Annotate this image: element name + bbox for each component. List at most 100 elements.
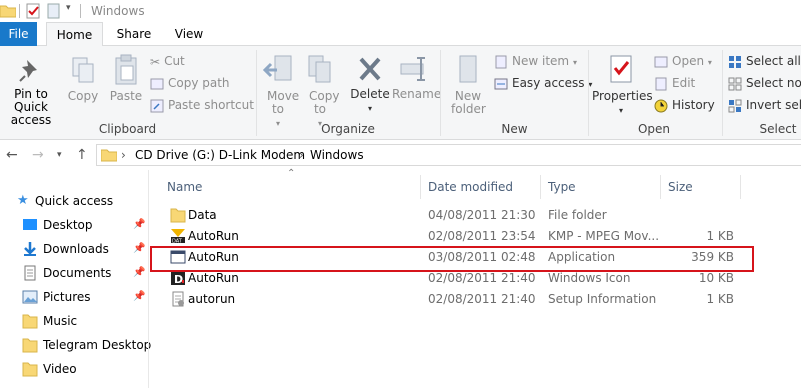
new-folder-quick-icon[interactable] xyxy=(46,3,62,19)
tab-share[interactable]: Share xyxy=(110,22,158,46)
file-type: KMP - MPEG Mov... xyxy=(548,229,660,243)
invert-selection-icon xyxy=(728,99,742,112)
file-type: Setup Information xyxy=(548,292,657,306)
tab-view[interactable]: View xyxy=(168,22,210,46)
up-arrow-icon[interactable]: ↑ xyxy=(76,147,88,163)
folder-icon xyxy=(22,362,38,377)
select-all-button[interactable]: Select all xyxy=(728,52,801,70)
edit-label: Edit xyxy=(672,76,696,90)
move-to-label: Move to xyxy=(267,89,300,116)
invert-selection-label: Invert selection xyxy=(746,98,801,112)
column-header-date[interactable]: Date modified xyxy=(428,176,513,198)
select-none-button[interactable]: Select none xyxy=(728,74,801,92)
breadcrumb-windows[interactable]: Windows xyxy=(310,148,364,162)
delete-x-icon xyxy=(359,57,381,81)
copy-path-label: Copy path xyxy=(168,76,230,90)
organize-group-label: Organize xyxy=(321,122,375,136)
copy-to-label: Copy to xyxy=(309,89,340,116)
edit-button[interactable]: Edit xyxy=(654,74,695,92)
open-icon xyxy=(654,56,668,67)
pin-icon[interactable]: 📌 xyxy=(133,214,145,236)
folder-icon xyxy=(170,208,186,223)
copy-to-button[interactable]: Copy to ▾ xyxy=(304,54,340,130)
paste-button[interactable]: Paste xyxy=(108,54,144,103)
tab-file[interactable]: File xyxy=(0,22,37,46)
pin-to-quick-access-button[interactable]: Pin to Quick access xyxy=(0,56,62,127)
file-date: 02/08/2011 21:40 xyxy=(428,292,536,306)
breadcrumb-separator-icon: › xyxy=(299,148,304,162)
folder-icon xyxy=(0,5,16,18)
navigation-pane: ★ Quick access Desktop 📌 Downloads 📌 Doc… xyxy=(0,170,151,388)
new-item-icon xyxy=(495,55,507,68)
properties-button[interactable]: Properties ▾ xyxy=(592,54,653,117)
recent-locations-chevron-icon[interactable]: ▾ xyxy=(57,150,62,160)
open-group-label: Open xyxy=(637,122,671,136)
copy-button[interactable]: Copy xyxy=(66,56,100,103)
new-item-button[interactable]: New item ▾ xyxy=(494,52,577,70)
svg-text:D: D xyxy=(174,273,183,286)
move-to-button[interactable]: Move to ▾ xyxy=(262,54,300,130)
copy-path-button[interactable]: Copy path xyxy=(150,74,230,92)
paste-shortcut-label: Paste shortcut xyxy=(168,98,254,112)
delete-button[interactable]: Delete ▾ xyxy=(350,54,390,115)
title-bar: ▾ Windows xyxy=(0,0,801,22)
desktop-folder-icon xyxy=(23,219,37,230)
easy-access-button[interactable]: Easy access ▾ xyxy=(494,74,592,92)
cut-button[interactable]: ✂ Cut xyxy=(150,52,185,70)
address-bar: ← → ▾ ↑ › CD Drive (G:) D-Link Modem › W… xyxy=(0,141,801,169)
column-header-size[interactable]: Size xyxy=(668,176,693,198)
file-list: ⌃ Name Date modified Type Size Data 04/0… xyxy=(150,168,801,388)
rename-button[interactable]: Rename xyxy=(392,54,441,101)
invert-selection-button[interactable]: Invert selection xyxy=(728,96,801,114)
table-row[interactable]: Data 04/08/2011 21:30 File folder xyxy=(162,205,752,226)
history-button[interactable]: History xyxy=(654,96,715,114)
forward-arrow-icon[interactable]: → xyxy=(32,147,44,163)
properties-label: Properties xyxy=(592,89,653,103)
select-none-icon xyxy=(728,77,742,90)
paste-shortcut-button[interactable]: Paste shortcut xyxy=(150,96,254,114)
window-title: Windows xyxy=(91,4,145,18)
select-none-label: Select none xyxy=(746,76,801,90)
scissors-icon: ✂ xyxy=(150,54,161,69)
properties-check-icon[interactable] xyxy=(25,3,41,19)
breadcrumb-separator-icon: › xyxy=(121,148,126,162)
table-row[interactable]: autorun 02/08/2011 21:40 Setup Informati… xyxy=(162,289,752,310)
new-folder-button[interactable]: New folder xyxy=(448,54,488,116)
properties-icon xyxy=(610,55,632,83)
cut-label: Cut xyxy=(164,54,185,68)
back-arrow-icon[interactable]: ← xyxy=(6,147,18,163)
new-group-label: New xyxy=(501,122,528,136)
paste-icon xyxy=(115,54,137,85)
pin-icon[interactable]: 📌 xyxy=(133,262,145,284)
select-group-label: Select xyxy=(759,122,797,136)
copy-path-icon xyxy=(150,78,164,89)
tab-home[interactable]: Home xyxy=(46,22,103,47)
sort-ascending-icon: ⌃ xyxy=(287,168,296,179)
column-header-name[interactable]: Name xyxy=(167,176,202,198)
open-button[interactable]: Open ▾ xyxy=(654,52,712,70)
pictures-folder-icon xyxy=(22,290,38,304)
select-all-icon xyxy=(729,55,741,68)
column-header-type[interactable]: Type xyxy=(548,176,576,198)
highlight-box xyxy=(150,246,754,272)
star-icon: ★ xyxy=(17,193,29,208)
new-folder-icon xyxy=(459,55,477,83)
pin-icon[interactable]: 📌 xyxy=(133,286,145,308)
folder-icon xyxy=(22,314,38,329)
pin-icon[interactable]: 📌 xyxy=(133,238,145,260)
address-path-box[interactable]: › CD Drive (G:) D-Link Modem › Windows xyxy=(96,144,801,166)
chevron-down-icon[interactable]: ▾ xyxy=(66,3,71,13)
file-date: 04/08/2011 21:30 xyxy=(428,208,536,222)
documents-folder-icon xyxy=(24,265,36,281)
table-row[interactable]: DAT AutoRun 02/08/2011 23:54 KMP - MPEG … xyxy=(162,226,752,247)
ribbon: Pin to Quick access Copy Paste ✂ Cut Copy… xyxy=(0,46,801,140)
file-type: File folder xyxy=(548,208,607,222)
rename-label: Rename xyxy=(392,87,442,101)
open-label: Open xyxy=(672,54,705,68)
move-to-icon xyxy=(263,55,292,81)
breadcrumb-drive[interactable]: CD Drive (G:) D-Link Modem xyxy=(135,148,305,162)
new-item-label: New item xyxy=(512,54,570,68)
downloads-folder-icon xyxy=(24,242,36,256)
easy-access-icon xyxy=(494,78,508,89)
new-folder-label: New folder xyxy=(451,89,486,116)
